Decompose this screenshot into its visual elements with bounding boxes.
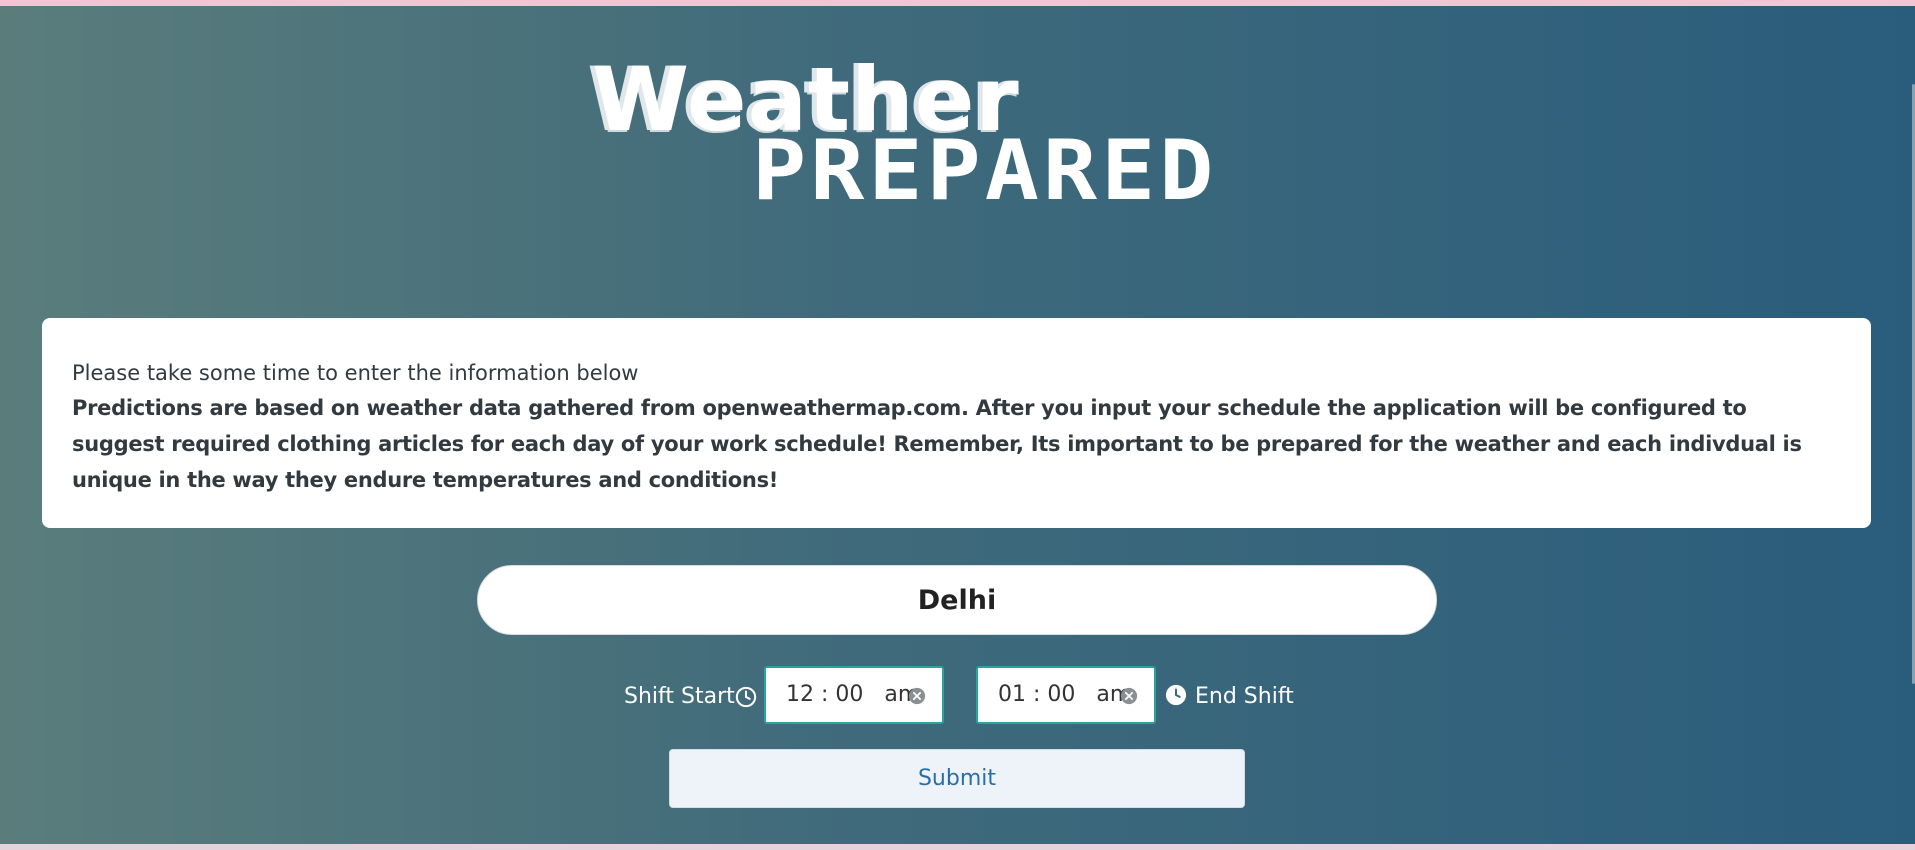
shift-start-time-value: 12 : 00 am: [786, 682, 920, 707]
page-background: Weather PREPARED Please take some time t…: [0, 6, 1915, 844]
shift-end-time-value: 01 : 00 am: [998, 682, 1132, 707]
clear-icon[interactable]: [1120, 687, 1138, 705]
city-input[interactable]: [477, 565, 1437, 635]
shift-start-label: Shift Start: [624, 684, 735, 709]
clock-icon: [1165, 684, 1187, 706]
shift-start-time-input[interactable]: 12 : 00 am: [764, 666, 944, 724]
bottom-strip: [0, 844, 1915, 850]
info-lead-text: Please take some time to enter the infor…: [72, 361, 639, 385]
info-body-text: Predictions are based on weather data ga…: [72, 396, 1802, 492]
shift-end-time-input[interactable]: 01 : 00 am: [976, 666, 1156, 724]
clear-icon[interactable]: [908, 687, 926, 705]
info-card: Please take some time to enter the infor…: [42, 318, 1871, 528]
logo-prepared-text: PREPARED: [752, 122, 1218, 220]
submit-button[interactable]: Submit: [669, 749, 1245, 808]
clock-icon: [735, 686, 757, 708]
shift-end-label: End Shift: [1195, 684, 1294, 709]
